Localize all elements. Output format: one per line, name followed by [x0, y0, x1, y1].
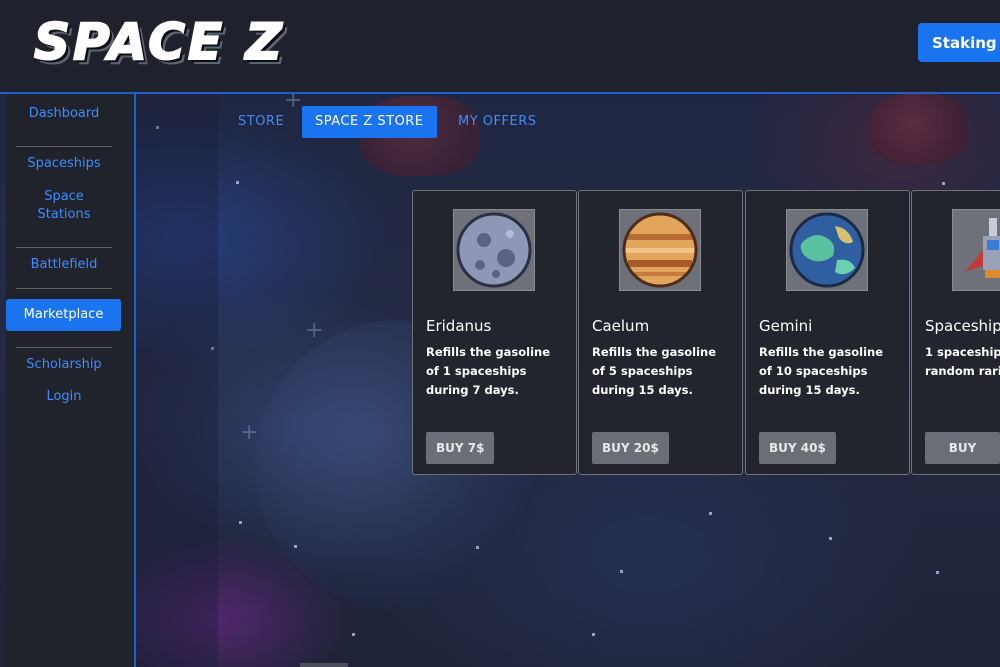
- top-header: SPACE Z Staking: [0, 0, 1000, 94]
- sidebar-divider: [16, 288, 112, 289]
- product-name: Caelum: [592, 317, 650, 335]
- horizontal-scrollbar[interactable]: [300, 663, 348, 667]
- product-name: Gemini: [759, 317, 813, 335]
- product-name: Spaceship: [925, 317, 1000, 335]
- staking-button[interactable]: Staking: [918, 23, 1000, 62]
- product-description: Refills the gasoline of 1 spaceships dur…: [426, 345, 551, 397]
- sidebar-divider: [16, 146, 112, 147]
- product-description: 1 spaceship random rarity: [925, 345, 1000, 378]
- sidebar-divider: [16, 247, 112, 248]
- tab-space-z-store[interactable]: SPACE Z STORE: [302, 106, 437, 138]
- product-description: Refills the gasoline of 10 spaceships du…: [759, 345, 884, 397]
- buy-button[interactable]: BUY 7$: [426, 432, 495, 464]
- tab-store[interactable]: STORE: [238, 106, 284, 138]
- tab-my-offers[interactable]: MY OFFERS: [458, 106, 536, 138]
- buy-button[interactable]: BUY 25$: [925, 432, 1000, 474]
- product-name: Eridanus: [426, 317, 492, 335]
- sidebar-item-space-stations[interactable]: Space Stations: [6, 188, 122, 224]
- space-z-logo[interactable]: SPACE Z: [33, 13, 285, 71]
- sidebar-item-scholarship[interactable]: Scholarship: [6, 356, 122, 374]
- background-asteroid: [868, 94, 968, 164]
- sidebar-item-battlefield[interactable]: Battlefield: [6, 256, 122, 274]
- sidebar-item-marketplace[interactable]: Marketplace: [6, 299, 121, 331]
- product-card: Caelum Refills the gasoline of 5 spacesh…: [578, 190, 743, 475]
- orange-planet-icon: [619, 209, 701, 291]
- buy-button[interactable]: BUY 20$: [592, 432, 669, 464]
- sidebar-item-dashboard[interactable]: Dashboard: [6, 105, 122, 123]
- spaceship-icon: [952, 209, 1000, 291]
- product-description: Refills the gasoline of 5 spaceships dur…: [592, 345, 717, 397]
- sidebar-nav: Dashboard Spaceships Space Stations Batt…: [6, 94, 136, 667]
- product-card: Spaceship 1 spaceship random rarity BUY …: [911, 190, 1000, 475]
- sidebar-item-login[interactable]: Login: [6, 388, 122, 406]
- sidebar-divider: [16, 347, 112, 348]
- earth-planet-icon: [786, 209, 868, 291]
- grey-moon-icon: [453, 209, 535, 291]
- product-card: Gemini Refills the gasoline of 10 spaces…: [745, 190, 910, 475]
- buy-button[interactable]: BUY 40$: [759, 432, 836, 464]
- background-strip: [136, 94, 218, 667]
- sidebar-item-spaceships[interactable]: Spaceships: [6, 155, 122, 173]
- product-card: Eridanus Refills the gasoline of 1 space…: [412, 190, 577, 475]
